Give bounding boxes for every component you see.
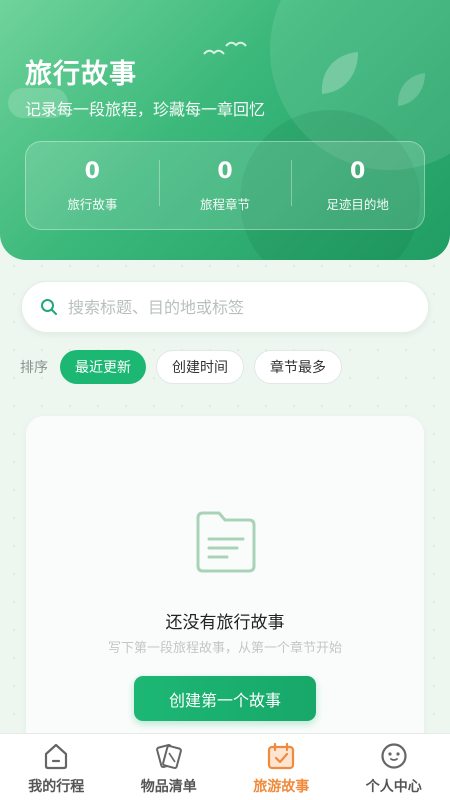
bottom-tab-bar: 我的行程 物品清单 旅游故事 个人中心 xyxy=(0,733,450,800)
calendar-check-icon xyxy=(268,742,295,770)
leaf-icon xyxy=(397,73,425,106)
sort-chip-created[interactable]: 创建时间 xyxy=(156,350,244,384)
tab-travel-stories[interactable]: 旅游故事 xyxy=(225,734,338,800)
stat-value: 0 xyxy=(350,159,366,184)
tab-label: 个人中心 xyxy=(365,779,422,795)
face-icon xyxy=(381,743,407,769)
stat-stories: 0 旅行故事 xyxy=(26,158,159,213)
page-subtitle: 记录每一段旅程，珍藏每一章回忆 xyxy=(25,100,266,119)
sort-chip-chapters[interactable]: 章节最多 xyxy=(254,350,342,384)
stat-value: 0 xyxy=(217,159,233,184)
sort-label: 排序 xyxy=(20,360,48,376)
stat-chapters: 0 旅程章节 xyxy=(158,158,292,213)
hero-banner: 旅行故事 记录每一段旅程，珍藏每一章回忆 0 旅行故事 0 旅程章节 0 足迹目… xyxy=(0,0,450,260)
search-input[interactable] xyxy=(68,297,388,317)
stat-value: 0 xyxy=(84,159,100,184)
stat-destinations: 0 足迹目的地 xyxy=(291,158,424,213)
stat-label: 旅程章节 xyxy=(200,197,251,212)
stat-label: 足迹目的地 xyxy=(326,197,389,212)
document-icon xyxy=(196,511,256,573)
stats-panel: 0 旅行故事 0 旅程章节 0 足迹目的地 xyxy=(25,141,425,230)
stat-label: 旅行故事 xyxy=(67,197,118,212)
sort-bar: 排序 最近更新 创建时间 章节最多 xyxy=(20,350,352,384)
sort-chip-recent[interactable]: 最近更新 xyxy=(60,350,146,384)
empty-state-card: 还没有旅行故事 写下第一段旅程故事，从第一个章节开始 创建第一个故事 xyxy=(26,416,424,756)
tab-items[interactable]: 物品清单 xyxy=(113,734,226,800)
create-story-button[interactable]: 创建第一个故事 xyxy=(134,676,316,721)
search-bar[interactable] xyxy=(21,281,429,333)
search-icon xyxy=(41,299,57,315)
tab-label: 我的行程 xyxy=(28,779,85,795)
tab-label: 物品清单 xyxy=(140,779,197,795)
birds-icon xyxy=(203,41,247,55)
tab-my-trips[interactable]: 我的行程 xyxy=(0,734,113,800)
empty-title: 还没有旅行故事 xyxy=(165,613,285,633)
page-title: 旅行故事 xyxy=(25,59,137,90)
tab-profile[interactable]: 个人中心 xyxy=(338,734,450,800)
tab-label: 旅游故事 xyxy=(253,779,310,795)
empty-subtitle: 写下第一段旅程故事，从第一个章节开始 xyxy=(107,641,342,656)
leaf-icon xyxy=(321,52,358,94)
home-icon xyxy=(45,743,68,770)
cards-icon xyxy=(155,743,182,770)
